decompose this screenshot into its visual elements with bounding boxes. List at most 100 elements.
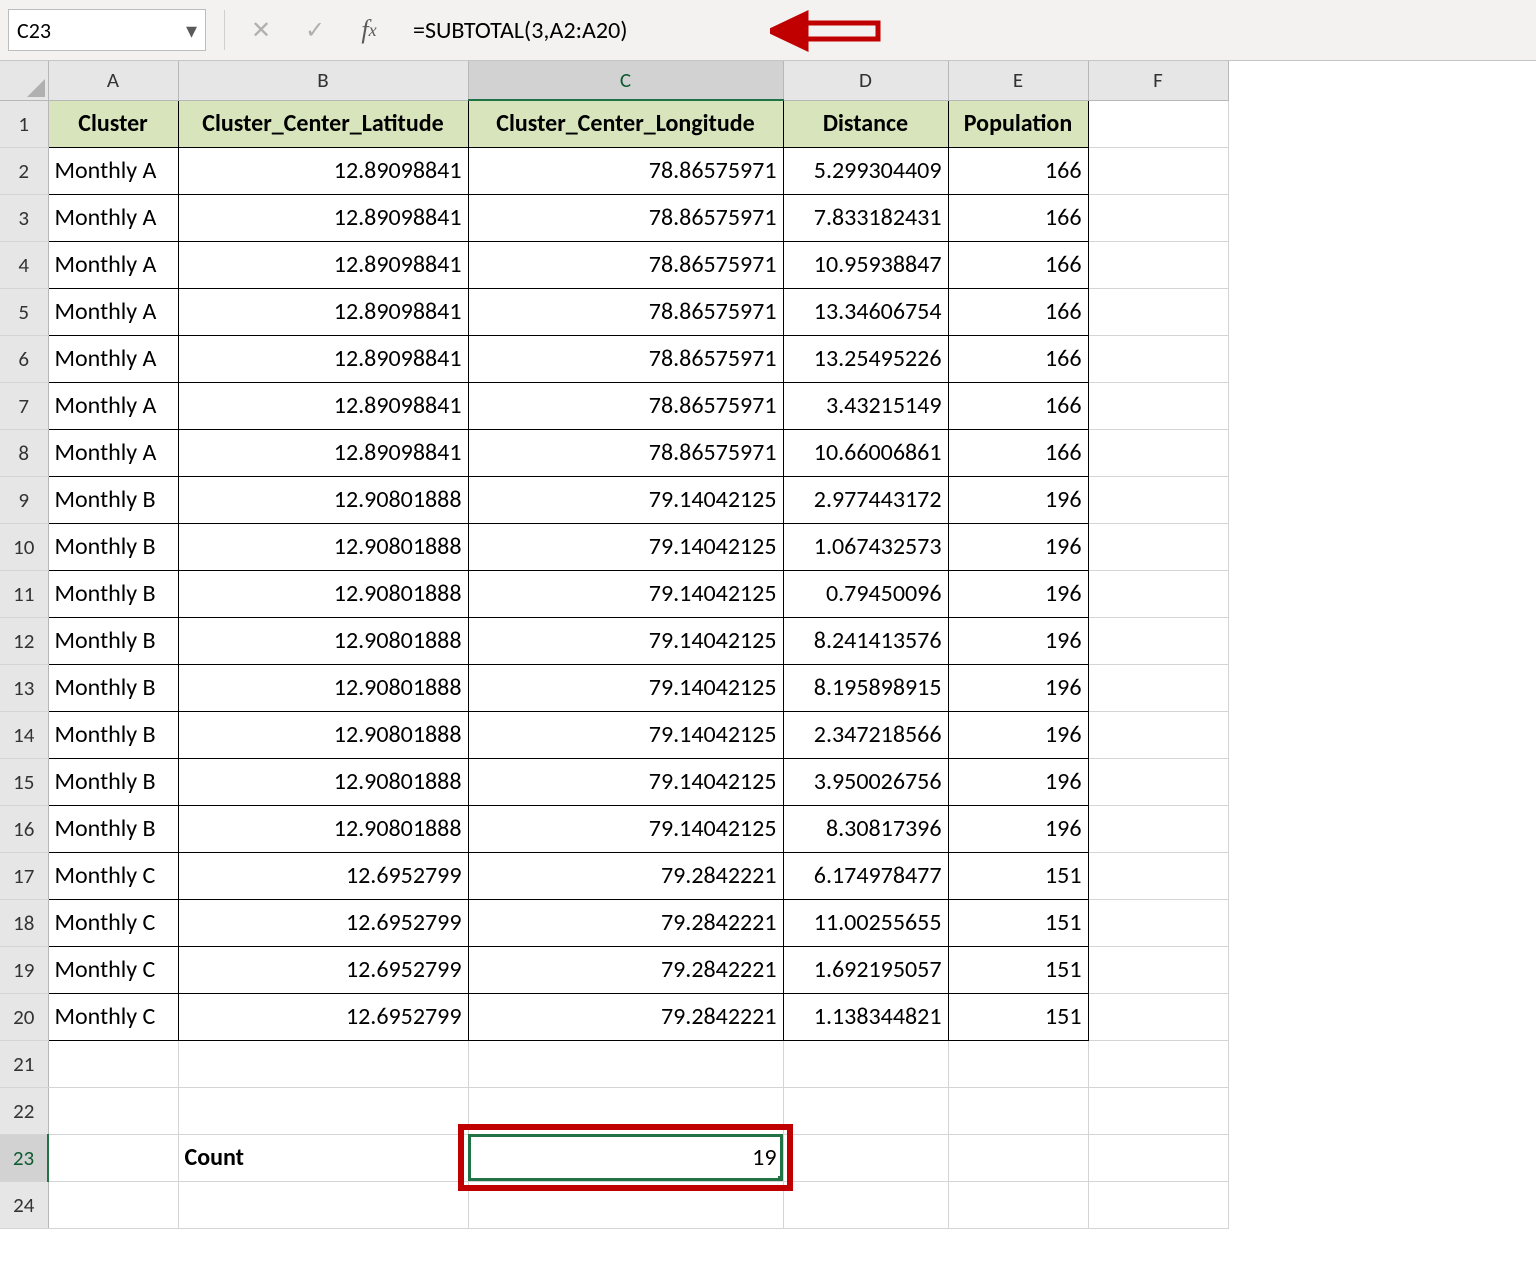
table-cell[interactable]: 79.2842221 bbox=[468, 899, 783, 946]
table-cell[interactable]: Monthly B bbox=[48, 805, 178, 852]
cell[interactable] bbox=[1088, 147, 1228, 194]
table-cell[interactable]: 151 bbox=[948, 899, 1088, 946]
table-cell[interactable]: 5.299304409 bbox=[783, 147, 948, 194]
cell[interactable] bbox=[468, 1040, 783, 1087]
cell[interactable] bbox=[1088, 1134, 1228, 1181]
table-cell[interactable]: 1.138344821 bbox=[783, 993, 948, 1040]
row-header[interactable]: 14 bbox=[0, 711, 48, 758]
table-cell[interactable]: 78.86575971 bbox=[468, 382, 783, 429]
row-header[interactable]: 20 bbox=[0, 993, 48, 1040]
table-cell[interactable]: 151 bbox=[948, 946, 1088, 993]
table-cell[interactable]: Monthly B bbox=[48, 523, 178, 570]
table-cell[interactable]: 196 bbox=[948, 711, 1088, 758]
row-header[interactable]: 8 bbox=[0, 429, 48, 476]
select-all-corner[interactable] bbox=[0, 61, 48, 100]
col-header-B[interactable]: B bbox=[178, 61, 468, 100]
row-header[interactable]: 1 bbox=[0, 100, 48, 147]
cell[interactable] bbox=[948, 1134, 1088, 1181]
table-cell[interactable]: 13.34606754 bbox=[783, 288, 948, 335]
cell[interactable] bbox=[783, 1087, 948, 1134]
cell[interactable] bbox=[178, 1040, 468, 1087]
cell[interactable] bbox=[948, 1181, 1088, 1228]
table-header-distance[interactable]: Distance bbox=[783, 100, 948, 147]
table-cell[interactable]: Monthly A bbox=[48, 335, 178, 382]
cell[interactable] bbox=[948, 1087, 1088, 1134]
table-cell[interactable]: 79.2842221 bbox=[468, 946, 783, 993]
table-cell[interactable]: 78.86575971 bbox=[468, 288, 783, 335]
table-header-lat[interactable]: Cluster_Center_Latitude bbox=[178, 100, 468, 147]
cell[interactable] bbox=[1088, 993, 1228, 1040]
table-cell[interactable]: Monthly B bbox=[48, 758, 178, 805]
table-cell[interactable]: 79.2842221 bbox=[468, 852, 783, 899]
row-header[interactable]: 3 bbox=[0, 194, 48, 241]
table-cell[interactable]: 196 bbox=[948, 476, 1088, 523]
table-cell[interactable]: 12.90801888 bbox=[178, 664, 468, 711]
table-cell[interactable]: 12.6952799 bbox=[178, 993, 468, 1040]
table-cell[interactable]: 78.86575971 bbox=[468, 147, 783, 194]
row-header[interactable]: 12 bbox=[0, 617, 48, 664]
row-header[interactable]: 24 bbox=[0, 1181, 48, 1228]
cell[interactable] bbox=[1088, 1087, 1228, 1134]
table-cell[interactable]: 166 bbox=[948, 194, 1088, 241]
table-cell[interactable]: 12.90801888 bbox=[178, 805, 468, 852]
table-header-cluster[interactable]: Cluster bbox=[48, 100, 178, 147]
table-cell[interactable]: Monthly A bbox=[48, 241, 178, 288]
table-cell[interactable]: 12.90801888 bbox=[178, 570, 468, 617]
cell[interactable] bbox=[1088, 852, 1228, 899]
row-header[interactable]: 15 bbox=[0, 758, 48, 805]
table-cell[interactable]: Monthly B bbox=[48, 711, 178, 758]
table-cell[interactable]: 79.14042125 bbox=[468, 523, 783, 570]
cell[interactable] bbox=[1088, 429, 1228, 476]
table-cell[interactable]: 78.86575971 bbox=[468, 241, 783, 288]
table-cell[interactable]: Monthly C bbox=[48, 852, 178, 899]
row-header[interactable]: 4 bbox=[0, 241, 48, 288]
table-cell[interactable]: 196 bbox=[948, 617, 1088, 664]
table-cell[interactable]: 12.89098841 bbox=[178, 241, 468, 288]
table-cell[interactable]: 1.067432573 bbox=[783, 523, 948, 570]
table-cell[interactable]: 79.14042125 bbox=[468, 617, 783, 664]
cell[interactable] bbox=[48, 1181, 178, 1228]
table-cell[interactable]: 166 bbox=[948, 147, 1088, 194]
table-cell[interactable]: Monthly C bbox=[48, 899, 178, 946]
cell[interactable] bbox=[48, 1134, 178, 1181]
cell[interactable] bbox=[1088, 899, 1228, 946]
col-header-C[interactable]: C bbox=[468, 61, 783, 100]
table-cell[interactable]: 12.6952799 bbox=[178, 899, 468, 946]
table-cell[interactable]: Monthly A bbox=[48, 429, 178, 476]
table-cell[interactable]: 79.14042125 bbox=[468, 711, 783, 758]
table-cell[interactable]: 12.90801888 bbox=[178, 523, 468, 570]
cell[interactable] bbox=[178, 1181, 468, 1228]
table-cell[interactable]: 79.14042125 bbox=[468, 664, 783, 711]
cell[interactable] bbox=[1088, 617, 1228, 664]
cell[interactable] bbox=[1088, 382, 1228, 429]
table-cell[interactable]: 196 bbox=[948, 523, 1088, 570]
row-header[interactable]: 2 bbox=[0, 147, 48, 194]
table-cell[interactable]: Monthly C bbox=[48, 993, 178, 1040]
cell[interactable] bbox=[783, 1040, 948, 1087]
table-cell[interactable]: 2.977443172 bbox=[783, 476, 948, 523]
cell[interactable] bbox=[48, 1087, 178, 1134]
cell[interactable] bbox=[1088, 335, 1228, 382]
row-header[interactable]: 5 bbox=[0, 288, 48, 335]
table-cell[interactable]: 12.89098841 bbox=[178, 147, 468, 194]
table-cell[interactable]: 78.86575971 bbox=[468, 335, 783, 382]
table-cell[interactable]: 12.89098841 bbox=[178, 429, 468, 476]
table-cell[interactable]: 8.30817396 bbox=[783, 805, 948, 852]
row-header[interactable]: 7 bbox=[0, 382, 48, 429]
table-cell[interactable]: 166 bbox=[948, 429, 1088, 476]
cell[interactable] bbox=[948, 1040, 1088, 1087]
table-cell[interactable]: 12.6952799 bbox=[178, 852, 468, 899]
row-header[interactable]: 21 bbox=[0, 1040, 48, 1087]
row-header[interactable]: 19 bbox=[0, 946, 48, 993]
row-header[interactable]: 13 bbox=[0, 664, 48, 711]
table-cell[interactable]: 166 bbox=[948, 288, 1088, 335]
table-cell[interactable]: 7.833182431 bbox=[783, 194, 948, 241]
row-header[interactable]: 11 bbox=[0, 570, 48, 617]
table-cell[interactable]: 12.89098841 bbox=[178, 194, 468, 241]
cell[interactable] bbox=[1088, 100, 1228, 147]
cell[interactable] bbox=[1088, 523, 1228, 570]
row-header[interactable]: 17 bbox=[0, 852, 48, 899]
row-header[interactable]: 18 bbox=[0, 899, 48, 946]
table-cell[interactable]: 12.89098841 bbox=[178, 335, 468, 382]
cell[interactable] bbox=[48, 1040, 178, 1087]
